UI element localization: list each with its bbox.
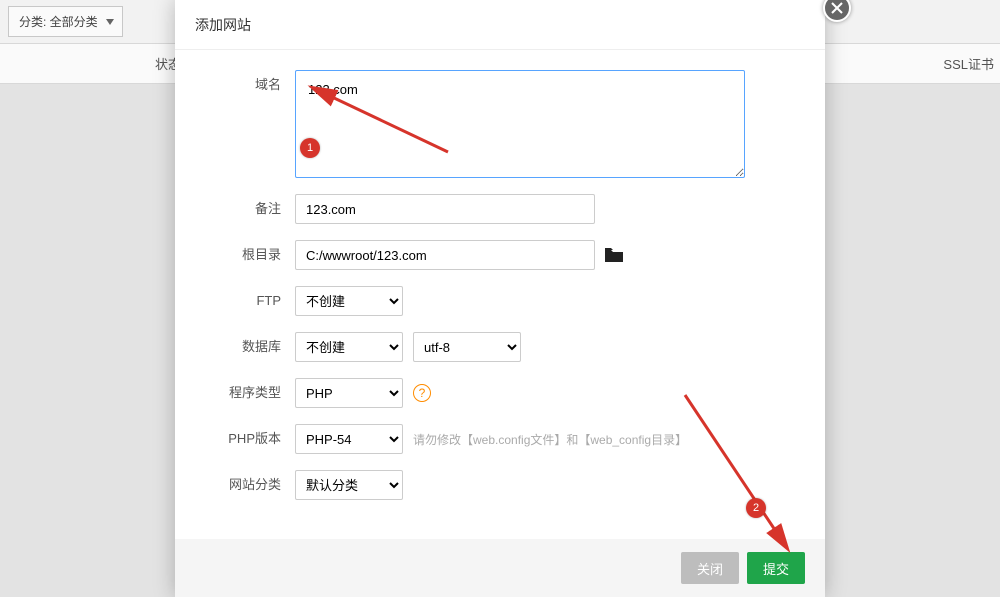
- ftp-select[interactable]: 不创建: [295, 286, 403, 316]
- folder-icon[interactable]: [605, 248, 623, 262]
- charset-select[interactable]: utf-8: [413, 332, 521, 362]
- label-site-category: 网站分类: [205, 470, 295, 500]
- root-input[interactable]: [295, 240, 595, 270]
- submit-button[interactable]: 提交: [747, 552, 805, 584]
- close-button[interactable]: 关闭: [681, 552, 739, 584]
- modal-body: 域名 备注 根目录 FTP 不创建: [175, 50, 825, 526]
- add-site-modal: 添加网站 域名 备注 根目录 FTP: [175, 0, 825, 597]
- remark-input[interactable]: [295, 194, 595, 224]
- site-category-select[interactable]: 默认分类: [295, 470, 403, 500]
- modal-title: 添加网站: [175, 0, 825, 50]
- close-icon: [830, 1, 844, 15]
- label-domain: 域名: [205, 70, 295, 100]
- label-program-type: 程序类型: [205, 378, 295, 408]
- domain-input[interactable]: [295, 70, 745, 178]
- label-ftp: FTP: [205, 286, 295, 316]
- modal-footer: 关闭 提交: [175, 539, 825, 597]
- program-type-select[interactable]: PHP: [295, 378, 403, 408]
- help-icon[interactable]: ?: [413, 384, 431, 402]
- php-version-select[interactable]: PHP-54: [295, 424, 403, 454]
- database-select[interactable]: 不创建: [295, 332, 403, 362]
- label-root: 根目录: [205, 240, 295, 270]
- label-remark: 备注: [205, 194, 295, 224]
- label-php-version: PHP版本: [205, 424, 295, 454]
- label-database: 数据库: [205, 332, 295, 362]
- php-version-hint: 请勿修改【web.config文件】和【web_config目录】: [413, 431, 687, 448]
